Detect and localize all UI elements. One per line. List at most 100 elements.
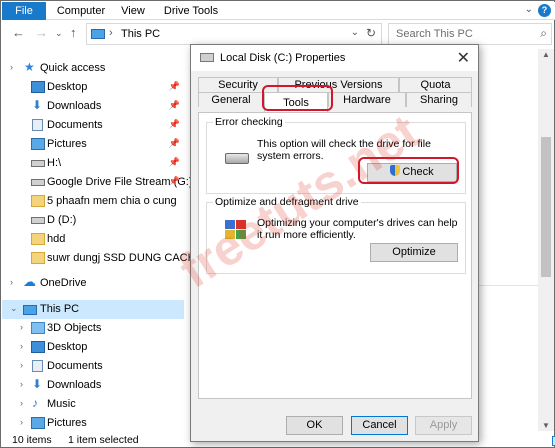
sidebar-item-documents[interactable]: › Documents [2,357,184,376]
download-icon: ⬇ [32,377,43,391]
back-arrow-icon[interactable]: ← [12,25,25,40]
expand-icon[interactable]: › [20,417,23,427]
up-arrow-icon[interactable]: ↑ [70,25,77,40]
sidebar-item-label: Desktop [47,341,88,353]
error-checking-group: Error checking This option will check th… [206,116,466,194]
selection-count: 1 item selected [68,434,139,446]
expand-icon[interactable]: › [20,341,23,351]
tab-tools[interactable]: Tools [264,92,328,112]
pin-icon[interactable]: 📌 [169,138,180,149]
download-icon: ⬇ [32,98,43,112]
folder-icon [31,233,45,245]
pc-icon [23,305,37,315]
drive-icon [31,179,45,186]
pin-icon[interactable]: 📌 [169,176,180,187]
item-count: 10 items [12,434,52,446]
sidebar-item-desktop[interactable]: › Desktop [2,338,184,357]
sidebar-item-this-pc[interactable]: ⌄ This PC [2,300,184,319]
pin-icon[interactable]: 📌 [169,119,180,130]
ribbon-tabs: File Computer View Drive Tools ⌄ ? [2,2,555,20]
sidebar-item-label: D (D:) [47,214,77,226]
tab-previous-versions[interactable]: Previous Versions [278,77,399,92]
expand-icon[interactable]: › [20,398,23,408]
sidebar-item-documents[interactable]: Documents 📌 [2,116,184,135]
properties-dialog: Local Disk (C:) Properties ✕ Security Pr… [190,44,479,442]
ribbon-tab-drive-tools[interactable]: Drive Tools [162,2,220,20]
sidebar-item-hdd[interactable]: hdd [2,230,184,249]
drive-icon [31,160,45,167]
sidebar-item-pictures[interactable]: Pictures 📌 [2,135,184,154]
sidebar-item-label: Documents [47,119,103,131]
ribbon-tab-file[interactable]: File [2,2,46,20]
cloud-icon: ☁ [23,274,36,289]
expand-icon[interactable]: › [10,277,13,287]
sidebar-item-folder[interactable]: 5 phaafn mem chia o cung [2,192,184,211]
expand-icon[interactable]: › [20,360,23,370]
pin-icon[interactable]: 📌 [169,81,180,92]
sidebar-item-downloads[interactable]: ⬇ Downloads 📌 [2,97,184,116]
ribbon-tab-view[interactable]: View [116,2,150,20]
cancel-button[interactable]: Cancel [351,416,408,435]
sidebar-item-onedrive[interactable]: › ☁ OneDrive [2,274,184,293]
documents-icon [32,360,43,372]
sidebar-item-google-drive[interactable]: Google Drive File Stream (G:) 📌 [2,173,192,192]
pin-icon[interactable]: 📌 [169,157,180,168]
pictures-icon [31,417,45,429]
group-divider [476,285,546,286]
scroll-up-icon[interactable]: ▲ [542,50,550,59]
scroll-thumb[interactable] [541,137,551,277]
chevron-right-icon[interactable]: › [109,27,113,39]
sidebar-item-downloads[interactable]: › ⬇ Downloads [2,376,184,395]
3d-objects-icon [31,322,45,334]
search-box[interactable]: Search This PC ⌕ [388,23,552,45]
sidebar-item-folder[interactable]: suwr dungj SSD DUNG CACH [2,249,196,268]
uac-shield-icon [390,165,401,176]
error-checking-description: This option will check the drive for fil… [257,138,431,162]
help-icon[interactable]: ? [538,4,551,17]
sidebar-item-label: Pictures [47,417,87,429]
close-icon[interactable]: ✕ [457,48,470,68]
folder-icon [31,195,45,207]
apply-button[interactable]: Apply [415,416,472,435]
expand-icon[interactable]: › [10,62,13,72]
ribbon-tab-computer[interactable]: Computer [52,2,110,20]
expand-icon[interactable]: › [20,379,23,389]
sidebar-item-pictures[interactable]: › Pictures [2,414,184,433]
scroll-down-icon[interactable]: ▼ [542,421,550,430]
address-path: This PC [121,28,161,40]
tab-general[interactable]: General [198,92,264,107]
sidebar-item-label: Documents [47,360,103,372]
vertical-scrollbar[interactable]: ▲ ▼ [538,49,554,431]
tab-security[interactable]: Security [198,77,278,92]
recent-locations-icon[interactable]: ⌄ [55,28,63,39]
expand-icon[interactable]: › [20,322,23,332]
refresh-icon[interactable]: ↻ [366,26,376,40]
dialog-title-bar: Local Disk (C:) Properties ✕ [191,45,478,71]
sidebar-item-d-drive[interactable]: D (D:) [2,211,184,230]
address-dropdown-icon[interactable]: ⌄ [351,27,359,38]
collapse-icon[interactable]: ⌄ [10,303,18,314]
pictures-icon [31,138,45,150]
tab-sharing[interactable]: Sharing [406,92,472,107]
pin-icon[interactable]: 📌 [169,100,180,111]
sidebar-item-h-drive[interactable]: H:\ 📌 [2,154,184,173]
tab-hardware[interactable]: Hardware [328,92,406,107]
sidebar-item-3d-objects[interactable]: › 3D Objects [2,319,184,338]
tab-quota[interactable]: Quota [399,77,472,92]
music-icon: ♪ [32,396,38,410]
check-button[interactable]: Check [367,163,457,182]
sidebar-item-desktop[interactable]: Desktop 📌 [2,78,184,97]
sidebar-item-music[interactable]: › ♪ Music [2,395,184,414]
address-bar[interactable]: › This PC ⌄ ↻ [86,23,382,45]
sidebar-item-label: Downloads [47,100,102,112]
optimize-group: Optimize and defragment drive Optimizing… [206,196,466,274]
sidebar-item-label: 5 phaafn mem chia o cung [47,195,177,207]
navigation-pane: › ★ Quick access Desktop 📌 ⬇ Downloads 📌… [2,49,196,433]
sidebar-item-quick-access[interactable]: › ★ Quick access [2,59,184,78]
this-pc-icon [91,29,105,39]
ok-button[interactable]: OK [286,416,343,435]
forward-arrow-icon[interactable]: → [35,25,48,40]
optimize-button[interactable]: Optimize [370,243,458,262]
hard-drive-icon [225,153,249,164]
ribbon-expand-icon[interactable]: ⌄ [525,4,533,15]
